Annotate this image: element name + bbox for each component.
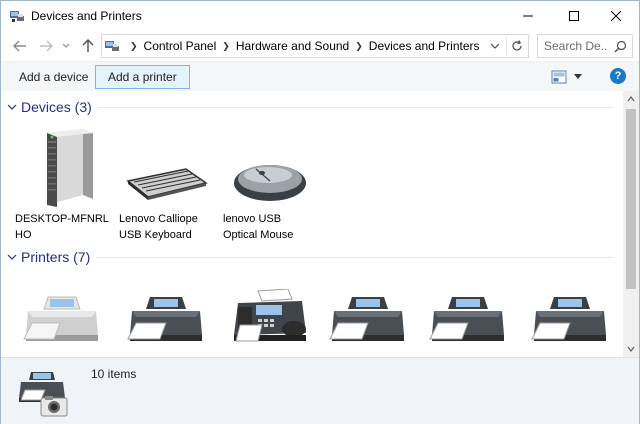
search-icon[interactable] bbox=[614, 40, 627, 53]
window-title: Devices and Printers bbox=[31, 9, 142, 23]
chevron-down-icon bbox=[62, 43, 70, 48]
address-bar[interactable]: ❯ Control Panel ❯ Hardware and Sound ❯ D… bbox=[101, 34, 529, 58]
command-bar: Add a device Add a printer ? bbox=[1, 61, 639, 91]
title-bar[interactable]: Devices and Printers bbox=[1, 1, 639, 31]
breadcrumb-separator-icon[interactable]: ❯ bbox=[222, 41, 230, 52]
scrollbar-thumb[interactable] bbox=[626, 109, 636, 289]
group-divider bbox=[96, 256, 613, 258]
printer-icon bbox=[321, 269, 415, 345]
forward-arrow-icon bbox=[40, 40, 53, 52]
devices-and-printers-window: Devices and Printers ❯ Control Panel ❯ H… bbox=[0, 0, 640, 424]
forward-button[interactable] bbox=[37, 37, 55, 55]
device-label: Lenovo Calliope USB Keyboard bbox=[119, 213, 198, 241]
printer-tile[interactable] bbox=[321, 269, 415, 345]
devices-group-title: Devices (3) bbox=[21, 99, 92, 115]
printer-tile[interactable] bbox=[421, 269, 515, 345]
navigation-bar: ❯ Control Panel ❯ Hardware and Sound ❯ D… bbox=[1, 31, 639, 61]
chevron-up-icon bbox=[627, 96, 635, 102]
refresh-button[interactable] bbox=[506, 37, 526, 55]
view-options-dropdown-icon[interactable] bbox=[573, 73, 583, 81]
add-printer-button[interactable]: Add a printer bbox=[95, 65, 190, 89]
breadcrumb-separator-icon[interactable]: ❯ bbox=[355, 41, 363, 52]
details-pane: 10 items bbox=[1, 357, 639, 424]
mouse-icon bbox=[223, 125, 317, 209]
up-arrow-icon bbox=[82, 39, 94, 52]
chevron-down-icon[interactable] bbox=[7, 102, 17, 112]
items-view: Devices (3) DESKTOP-MFNRLHO Lenovo Calli… bbox=[1, 91, 623, 357]
computer-tower-icon bbox=[15, 125, 109, 209]
devices-group-header[interactable]: Devices (3) bbox=[7, 97, 613, 117]
search-box[interactable] bbox=[537, 34, 633, 58]
scroll-down-button[interactable] bbox=[623, 341, 639, 357]
item-count: 10 items bbox=[91, 367, 137, 381]
minimize-icon bbox=[523, 15, 533, 17]
printer-icon bbox=[523, 269, 617, 345]
breadcrumb: ❯ Control Panel ❯ Hardware and Sound ❯ D… bbox=[124, 35, 480, 57]
address-history-dropdown-icon[interactable] bbox=[488, 39, 502, 53]
printer-tile[interactable] bbox=[523, 269, 617, 345]
device-tile-mouse[interactable]: lenovo USB Optical Mouse bbox=[223, 125, 317, 241]
fax-icon bbox=[223, 269, 317, 345]
printer-icon bbox=[421, 269, 515, 345]
printer-icon bbox=[119, 269, 213, 345]
printer-default-icon bbox=[15, 269, 109, 345]
control-panel-location-icon bbox=[105, 41, 119, 51]
printers-group-header[interactable]: Printers (7) bbox=[7, 247, 613, 267]
minimize-button[interactable] bbox=[505, 1, 551, 31]
printer-tile[interactable] bbox=[119, 269, 213, 345]
close-icon bbox=[611, 11, 621, 21]
device-label: lenovo USB Optical Mouse bbox=[223, 213, 294, 241]
vertical-scrollbar[interactable] bbox=[623, 91, 639, 357]
close-button[interactable] bbox=[593, 1, 639, 31]
help-button[interactable]: ? bbox=[610, 68, 626, 84]
fax-tile[interactable] bbox=[223, 269, 317, 345]
breadcrumb-control-panel[interactable]: Control Panel bbox=[144, 39, 217, 53]
change-view-icon[interactable] bbox=[551, 70, 567, 84]
keyboard-icon bbox=[119, 125, 213, 209]
chevron-down-icon bbox=[627, 346, 635, 352]
breadcrumb-devices-and-printers[interactable]: Devices and Printers bbox=[369, 39, 480, 53]
back-button[interactable] bbox=[11, 37, 29, 55]
devices-and-printers-details-icon bbox=[19, 372, 68, 417]
device-tile-desktop[interactable]: DESKTOP-MFNRLHO bbox=[15, 125, 109, 241]
up-button[interactable] bbox=[79, 37, 97, 55]
maximize-button[interactable] bbox=[551, 1, 597, 31]
scroll-up-button[interactable] bbox=[623, 91, 639, 107]
breadcrumb-separator-icon[interactable]: ❯ bbox=[130, 41, 138, 52]
recent-locations-button[interactable] bbox=[60, 37, 72, 55]
add-device-button[interactable]: Add a device bbox=[7, 65, 100, 89]
printers-group-title: Printers (7) bbox=[21, 249, 91, 265]
refresh-icon bbox=[511, 40, 522, 51]
device-label: DESKTOP-MFNRLHO bbox=[15, 213, 109, 241]
devices-printers-app-icon bbox=[10, 11, 24, 22]
breadcrumb-hardware-and-sound[interactable]: Hardware and Sound bbox=[236, 39, 349, 53]
group-divider bbox=[97, 106, 613, 108]
search-input[interactable] bbox=[544, 37, 608, 55]
maximize-icon bbox=[569, 11, 579, 21]
chevron-down-icon[interactable] bbox=[7, 252, 17, 262]
back-arrow-icon bbox=[13, 40, 26, 52]
printer-tile[interactable] bbox=[15, 269, 109, 345]
device-tile-keyboard[interactable]: Lenovo Calliope USB Keyboard bbox=[119, 125, 213, 241]
